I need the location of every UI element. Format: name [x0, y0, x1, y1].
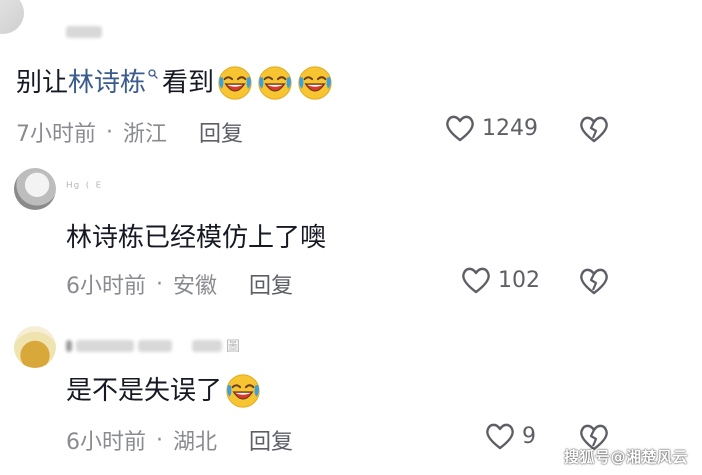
comment-location: 浙江 [123, 122, 168, 147]
comment-text: 别让 林诗栋 看到 [16, 64, 334, 102]
heart-outline-icon [486, 423, 514, 450]
heart-outline-icon [462, 267, 490, 294]
avatar[interactable] [14, 168, 56, 210]
username[interactable]: ᴴᵍ ⁽ ᴱ [66, 180, 102, 196]
crying-laughing-emoji-icon [226, 374, 260, 408]
username-blurred [192, 340, 222, 352]
like-count: 102 [498, 267, 540, 293]
like-button[interactable]: 102 [460, 265, 540, 295]
meta-separator: · [156, 271, 163, 297]
crying-laughing-emoji-icon [298, 66, 332, 100]
comment-item-1: 别让 林诗栋 看到 7小时前 · 浙江 回复 1249 [0, 0, 702, 160]
comment-meta: 7小时前 · 浙江 回复 [16, 116, 243, 148]
comment-time: 7小时前 [16, 122, 96, 147]
heart-outline-icon [446, 115, 474, 142]
comment-text-part: 林诗栋已经模仿上了噢 [66, 223, 327, 253]
like-button[interactable]: 9 [484, 421, 536, 451]
reply-button[interactable]: 回复 [249, 424, 293, 456]
like-count: 9 [522, 423, 536, 449]
meta-separator: · [156, 427, 163, 453]
comment-text: 是不是失误了 [66, 372, 262, 410]
comment-text-part: 看到 [162, 68, 215, 98]
comment-text-part: 别让 [16, 68, 69, 98]
comment-location: 安徽 [173, 274, 218, 299]
username-text: ᴴᵍ ⁽ ᴱ [66, 180, 103, 196]
username-blurred [138, 340, 172, 352]
comment-location: 湖北 [173, 430, 218, 455]
comment-meta: 6小时前 · 安徽 回复 [66, 268, 293, 300]
reply-button[interactable]: 回复 [199, 116, 243, 148]
avatar[interactable] [14, 326, 56, 368]
highlight-keyword-link[interactable]: 林诗栋 [68, 67, 146, 99]
avatar[interactable] [0, 0, 24, 34]
comment-text-part: 是不是失误了 [66, 376, 223, 406]
broken-heart-icon[interactable] [578, 266, 610, 296]
reply-button[interactable]: 回复 [249, 268, 293, 300]
comment-text: 林诗栋已经模仿上了噢 [66, 222, 326, 254]
username[interactable] [66, 24, 102, 40]
like-button[interactable]: 1249 [444, 113, 538, 143]
broken-heart-icon[interactable] [578, 114, 610, 144]
username-blurred [66, 340, 72, 352]
username-blurred [66, 26, 102, 38]
username-text: 圖 [226, 339, 241, 355]
comment-item-2: ᴴᵍ ⁽ ᴱ 林诗栋已经模仿上了噢 6小时前 · 安徽 回复 102 [0, 168, 702, 308]
search-icon[interactable] [148, 69, 158, 79]
source-watermark: 搜狐号@湘楚风云 [563, 448, 688, 466]
username[interactable]: 圖 [66, 338, 241, 355]
crying-laughing-emoji-icon [218, 66, 252, 100]
comment-time: 6小时前 [66, 430, 146, 455]
like-count: 1249 [482, 115, 538, 141]
username-blurred [76, 340, 134, 352]
comment-meta: 6小时前 · 湖北 回复 [66, 424, 293, 456]
comment-time: 6小时前 [66, 274, 146, 299]
meta-separator: · [106, 119, 113, 145]
crying-laughing-emoji-icon [258, 66, 292, 100]
